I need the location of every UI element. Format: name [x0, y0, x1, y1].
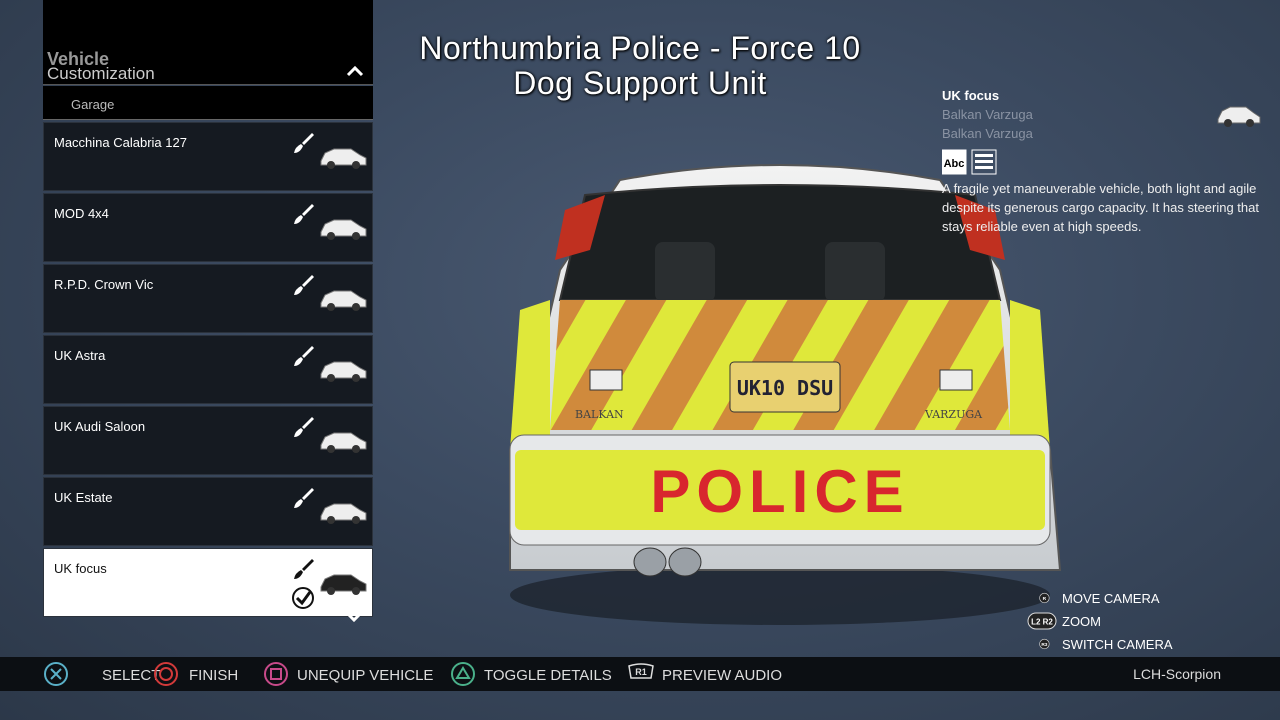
vehicle-name: UK Audi Saloon: [54, 419, 146, 434]
details-icons: Abc: [941, 149, 998, 175]
r1-label: R1: [635, 667, 647, 677]
circle-icon: [154, 662, 178, 686]
vehicle-menu: Vehicle Customization Garage Macchina Ca…: [43, 0, 373, 617]
menu-title-line2: Customization: [47, 64, 155, 83]
cross-icon: [44, 662, 68, 686]
paint-brush-icon[interactable]: [292, 131, 316, 155]
vehicle-list-item[interactable]: UK focus: [43, 548, 373, 617]
hint-label: FINISH: [189, 667, 239, 684]
model-badge: VARZUGA: [924, 408, 983, 421]
camera-control: L2 R2 ZOOM: [1027, 612, 1227, 632]
vehicle-thumbnail-icon: [320, 219, 367, 240]
page-subtitle: Dog Support Unit: [513, 65, 767, 101]
list-icon: [971, 149, 997, 175]
section-label: Garage: [43, 86, 373, 120]
vehicle-name: UK Estate: [54, 490, 113, 505]
vehicle-list: Macchina Calabria 127 MOD 4x4 R.P.D. Crown…: [43, 122, 373, 617]
text-badge-icon: Abc: [944, 158, 965, 170]
chevron-down-icon[interactable]: [344, 609, 364, 625]
vehicle-list-item[interactable]: MOD 4x4: [43, 193, 373, 262]
vehicle-list-item[interactable]: UK Estate: [43, 477, 373, 546]
username: LCH-Scorpion: [1133, 666, 1221, 682]
paint-brush-icon[interactable]: [292, 486, 316, 510]
paint-brush-icon[interactable]: [292, 344, 316, 368]
car-thumbnail-icon: [1217, 106, 1261, 127]
hint-label: TOGGLE DETAILS: [484, 667, 612, 684]
r1-icon: R1: [628, 663, 654, 679]
vehicle-thumbnail-icon: [320, 432, 367, 453]
vehicle-name: UK Astra: [54, 348, 106, 363]
controller-button-label: L2 R2: [1031, 618, 1053, 627]
controller-button-label: R: [1043, 596, 1047, 602]
controller-button-icon: R: [1039, 592, 1050, 604]
camera-control-label: MOVE CAMERA: [1062, 591, 1160, 606]
garage-label: Garage: [71, 97, 115, 112]
controller-button-label: R3: [1041, 642, 1047, 648]
vehicle-list-item[interactable]: UK Astra: [43, 335, 373, 404]
vehicle-list-item[interactable]: Macchina Calabria 127: [43, 122, 373, 191]
vehicle-thumbnail-icon: [320, 290, 367, 311]
vehicle-name: Macchina Calabria 127: [54, 135, 187, 150]
details-description: A fragile yet maneuverable vehicle, both…: [942, 181, 1259, 234]
hint-label: SELECT: [102, 667, 161, 684]
vehicle-name: R.P.D. Crown Vic: [54, 277, 154, 292]
paint-brush-icon[interactable]: [292, 202, 316, 226]
details-make: Balkan Varzuga: [942, 107, 1033, 122]
page-title: Northumbria Police - Force 10: [419, 30, 861, 66]
camera-control-label: SWITCH CAMERA: [1062, 637, 1173, 652]
vehicle-name: UK focus: [54, 561, 107, 576]
camera-control: R MOVE CAMERA: [1027, 589, 1227, 609]
camera-control-label: ZOOM: [1062, 614, 1101, 629]
details-model: Balkan Varzuga: [942, 126, 1033, 141]
vehicle-name: MOD 4x4: [54, 206, 109, 221]
vehicle-thumbnail-icon: [320, 361, 367, 382]
make-badge: BALKAN: [575, 408, 624, 421]
vehicle-thumbnail-icon: [320, 503, 367, 524]
equipped-check-icon: [292, 587, 314, 609]
hint-label: UNEQUIP VEHICLE: [297, 667, 434, 684]
controller-button-icon: L2 R2: [1027, 612, 1057, 630]
police-lettering: POLICE: [650, 458, 909, 525]
vehicle-details: UK focus Balkan Varzuga Balkan Varzuga: [942, 88, 1242, 141]
paint-brush-icon[interactable]: [292, 273, 316, 297]
square-icon: [264, 662, 288, 686]
paint-brush-icon[interactable]: [292, 557, 316, 581]
camera-control: R3 SWITCH CAMERA: [1027, 635, 1227, 655]
license-plate: UK10 DSU: [737, 376, 833, 400]
button-hint-bar: SELECT FINISH UNEQUIP VEHICLE TOGGLE DETAIL…: [0, 657, 1280, 691]
details-name: UK focus: [942, 88, 1000, 103]
vehicle-thumbnail-icon: [320, 148, 367, 169]
vehicle-list-item[interactable]: R.P.D. Crown Vic: [43, 264, 373, 333]
controller-button-icon: R3: [1039, 638, 1050, 650]
vehicle-list-item[interactable]: UK Audi Saloon: [43, 406, 373, 475]
menu-header: Vehicle Customization: [43, 0, 373, 85]
paint-brush-icon[interactable]: [292, 415, 316, 439]
hint-label: PREVIEW AUDIO: [662, 667, 783, 684]
triangle-icon: [451, 662, 475, 686]
vehicle-thumbnail-icon: [320, 574, 367, 595]
